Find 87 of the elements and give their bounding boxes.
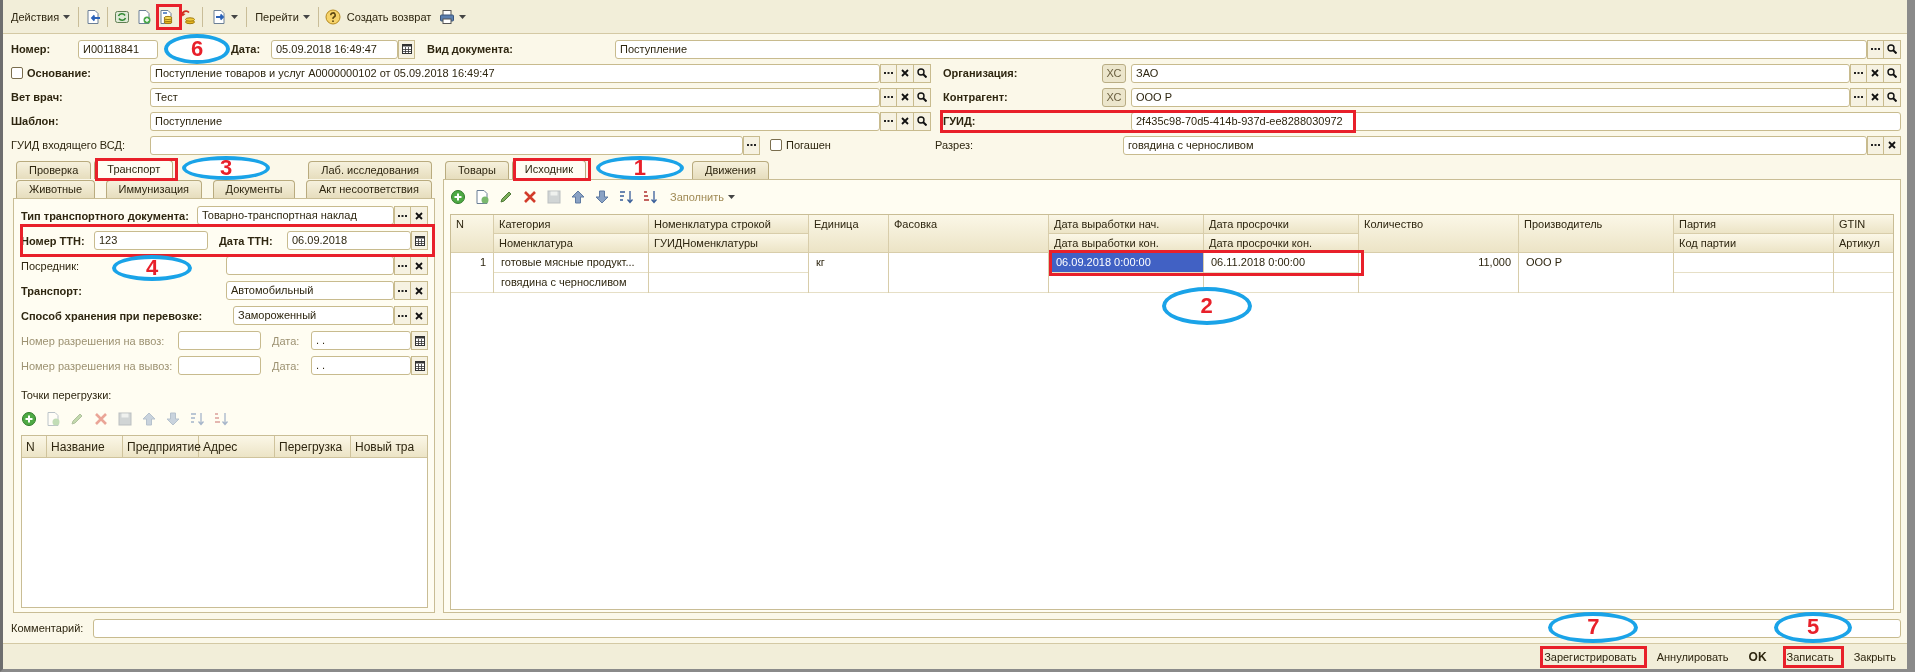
field-label: Дата ТТН: — [219, 234, 273, 247]
field-label: Посредник: — [21, 259, 80, 272]
tab[interactable]: Лаб. исследования — [308, 161, 432, 179]
field-label: Организация: — [943, 67, 1018, 79]
action-button[interactable]: Закрыть — [1848, 647, 1901, 666]
text-field[interactable]: говядина с черносливом — [1123, 135, 1867, 155]
prefix-button[interactable]: ХС — [1102, 63, 1126, 83]
text-field[interactable]: Поступление — [150, 111, 880, 131]
column-header: GTIN — [1834, 215, 1893, 234]
text-field[interactable]: Поступление товаров и услуг А0000000102 от 05.09.2018 16:49:47 — [150, 63, 880, 83]
table-cell[interactable]: говядина с черносливом — [494, 273, 648, 293]
column-header: Код партии — [1674, 234, 1833, 253]
text-field[interactable]: ООО Р — [1131, 87, 1850, 107]
column-header: Фасовка — [889, 215, 1048, 253]
field-label: Номер разрешения на вывоз: — [21, 359, 173, 372]
field-label: Шаблон: — [11, 115, 59, 127]
callout-number: 1 — [595, 156, 684, 180]
field-label: Дата: — [231, 43, 261, 55]
field-label: Номер разрешения на ввоз: — [21, 334, 165, 347]
callout-number: 6 — [164, 33, 230, 64]
column-header: Перегрузка — [275, 436, 351, 457]
text-field[interactable]: Тест — [150, 87, 880, 107]
field-label: Дата: — [272, 359, 300, 372]
column-header: ГУИДНоменклатуры — [649, 234, 808, 253]
goto-menu[interactable]: Перейти — [253, 8, 312, 25]
field-label: ГУИД входящего ВСД: — [11, 139, 125, 151]
field-label: Разрез: — [935, 139, 974, 151]
table-cell[interactable]: кг — [809, 253, 888, 293]
text-field[interactable]: ЗАО — [1131, 63, 1850, 83]
column-header: N — [22, 436, 47, 457]
table-cell[interactable]: 11,000 — [1359, 253, 1518, 293]
column-header: Категория — [494, 215, 648, 234]
column-header: N — [451, 215, 493, 253]
column-header: Количество — [1359, 215, 1518, 253]
column-header: Дата просрочки — [1204, 215, 1358, 234]
tab[interactable]: Акт несоответствия — [305, 180, 432, 198]
action-button[interactable]: OK — [1743, 646, 1772, 667]
field-label: Контрагент: — [943, 91, 1008, 103]
column-header: Номенклатура — [494, 234, 648, 253]
column-header: Производитель — [1519, 215, 1673, 253]
guid-field[interactable]: 2f435c98-70d5-414b-937d-ee8288030972 — [1131, 111, 1901, 131]
column-header: Номенклатура строкой — [649, 215, 808, 234]
field-label: Вет врач: — [11, 91, 63, 103]
action-button[interactable]: Зарегистрировать — [1539, 647, 1642, 666]
callout-number: 5 — [1774, 611, 1853, 643]
section-label: Точки перегрузки: — [21, 388, 112, 401]
checkbox-label: Погашен — [786, 139, 831, 151]
date-field[interactable]: 05.09.2018 16:49:47 — [271, 39, 398, 59]
table-cell[interactable]: готовые мясные продукт... — [494, 253, 648, 273]
actions-menu[interactable]: Действия — [9, 8, 73, 25]
tab[interactable]: Товары — [445, 161, 509, 179]
create-return-button[interactable]: Создать возврат — [346, 10, 432, 23]
number-field[interactable]: 123 — [94, 231, 208, 250]
callout-number: 3 — [182, 156, 271, 180]
table-cell[interactable]: 06.11.2018 0:00:00 — [1204, 253, 1358, 273]
action-button[interactable]: Записать — [1781, 647, 1839, 666]
number-field[interactable]: И00118841 — [78, 39, 158, 59]
field-label: Основание: — [27, 67, 91, 79]
tab[interactable]: Проверка — [16, 161, 92, 179]
tab[interactable]: Движения — [691, 161, 770, 179]
field-label: Тип транспортного документа: — [21, 209, 189, 222]
column-header: Название — [47, 436, 123, 457]
tab[interactable]: Документы — [212, 180, 296, 198]
text-field[interactable]: Поступление — [615, 39, 1867, 59]
table-cell[interactable]: ООО Р — [1519, 253, 1673, 293]
column-header: Дата выработки нач. — [1049, 215, 1203, 234]
field-label: Вид документа: — [427, 43, 513, 55]
prefix-button[interactable]: ХС — [1102, 87, 1126, 107]
field-label: Дата: — [272, 334, 300, 347]
text-field[interactable]: Замороженный — [233, 306, 394, 325]
action-button[interactable]: Аннулировать — [1651, 647, 1734, 666]
column-header: Партия — [1674, 215, 1833, 234]
date-field[interactable]: 06.09.2018 — [287, 231, 411, 250]
field-label: Транспорт: — [21, 284, 82, 297]
column-header: Предприятие — [123, 436, 199, 457]
column-header: Артикул — [1834, 234, 1893, 253]
field-label: Способ хранения при перевозке: — [21, 309, 203, 322]
tab[interactable]: Животные — [16, 180, 96, 198]
field-label: Номер: — [11, 43, 51, 55]
table-cell[interactable]: 1 — [451, 253, 493, 293]
field-label: Комментарий: — [11, 622, 84, 634]
text-field[interactable]: Автомобильный — [226, 281, 394, 300]
table-cell[interactable]: 06.09.2018 0:00:00 — [1049, 253, 1203, 273]
column-header: Единица — [809, 215, 888, 253]
column-header: Новый тра — [354, 439, 416, 456]
field-label: ГУИД: — [943, 115, 976, 127]
tab[interactable]: Иммунизация — [105, 180, 203, 198]
